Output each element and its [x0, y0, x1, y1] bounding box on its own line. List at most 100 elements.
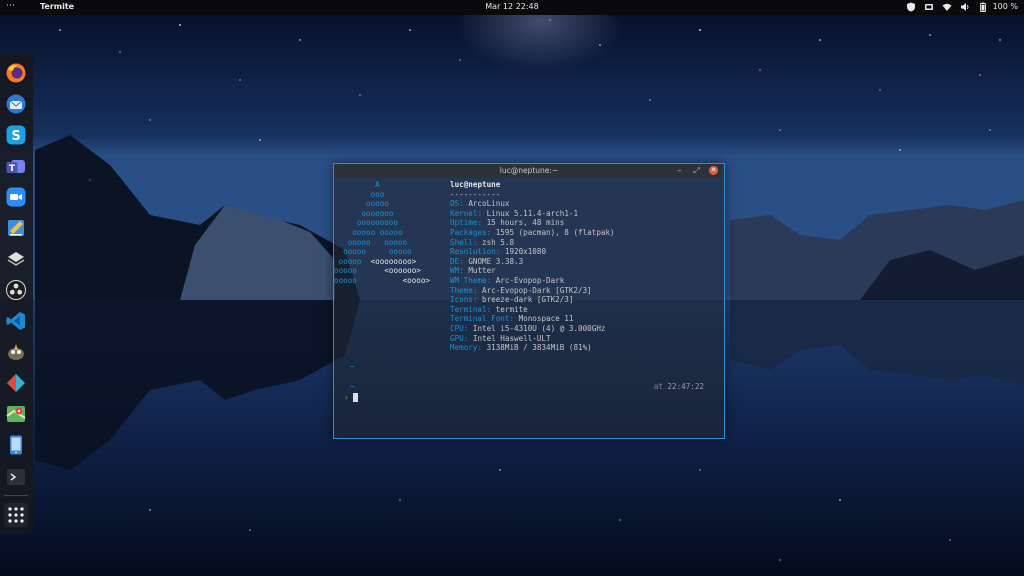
info-key: Uptime — [450, 218, 478, 228]
info-row: Terminal: termite — [450, 304, 528, 314]
obs-icon[interactable] — [4, 278, 28, 302]
logo-line: ooooo <oooooooo> — [334, 256, 417, 266]
gimp-icon[interactable] — [4, 340, 28, 364]
dock: S T — [0, 54, 33, 534]
info-row: Theme: Arc-Evopop-Dark [GTK2/3] — [450, 285, 592, 295]
info-key: CPU — [450, 323, 464, 333]
logo-line: ooooo <oooo> — [334, 275, 431, 285]
firefox-icon[interactable] — [4, 61, 28, 85]
terminal-titlebar[interactable]: luc@neptune:~ – ⤢ ✕ — [334, 164, 724, 178]
zoom-icon[interactable] — [4, 185, 28, 209]
logo-line: ooooo <oooooo> — [334, 266, 421, 276]
svg-text:T: T — [9, 164, 16, 174]
info-value: breeze-dark [GTK2/3] — [482, 295, 574, 305]
info-row: WM: Mutter — [450, 266, 496, 276]
info-row: CPU: Intel i5-4310U (4) @ 3.000GHz — [450, 323, 606, 333]
info-value: 1595 (pacman), 8 (flatpak) — [495, 227, 615, 237]
info-value: zsh 5.8 — [482, 237, 515, 247]
system-tray[interactable]: 100 % — [906, 1, 1018, 12]
teams-icon[interactable]: T — [4, 154, 28, 178]
maximize-button[interactable]: ⤢ — [692, 166, 701, 175]
git-icon[interactable] — [4, 371, 28, 395]
info-value: GNOME 3.38.3 — [468, 256, 524, 266]
text-cursor[interactable] — [353, 393, 358, 402]
terminal-output[interactable]: A ooo ooooo ooooooo ooooooooo ooooo oooo… — [334, 178, 724, 438]
logo-line: ooooo ooooo — [334, 237, 408, 247]
app-menu[interactable]: Termite — [40, 2, 74, 11]
info-key: Terminal — [450, 304, 487, 314]
system-info: luc@neptune ----------- OS: ArcoLinux Ker… — [450, 180, 615, 353]
prompt-timestamp: at 22:47:22 — [654, 382, 704, 392]
close-button[interactable]: ✕ — [709, 166, 718, 175]
app-indicator-icon[interactable] — [924, 1, 935, 12]
terminal-window[interactable]: luc@neptune:~ – ⤢ ✕ A ooo ooooo ooooooo … — [333, 163, 725, 439]
maps-icon[interactable] — [4, 402, 28, 426]
logo-line: ooooo ooooo — [334, 247, 412, 257]
shield-icon[interactable] — [906, 1, 917, 12]
activities-button[interactable]: ⋯ — [6, 1, 16, 11]
volume-icon[interactable] — [960, 1, 971, 12]
info-key: OS — [450, 199, 460, 209]
separator-line: ----------- — [450, 189, 501, 199]
window-controls: – ⤢ ✕ — [675, 166, 718, 175]
info-row: Terminal Font: Monospace 11 — [450, 314, 574, 324]
info-row: GPU: Intel Haswell-ULT — [450, 333, 551, 343]
info-value: Arc-Evopop-Dark [GTK2/3] — [482, 285, 592, 295]
hostname: neptune — [468, 180, 501, 189]
info-value: Arc-Evopop-Dark — [495, 275, 565, 285]
info-row: Resolution: 1920x1080 — [450, 247, 547, 257]
timestamp-value: 22:47:22 — [667, 382, 704, 391]
info-key: WM — [450, 266, 460, 276]
info-value: Intel i5-4310U (4) @ 3.000GHz — [472, 323, 606, 333]
clock: Mar 12 22:48 — [0, 2, 1024, 11]
info-row: Icons: breeze-dark [GTK2/3] — [450, 295, 574, 305]
logo-line: A — [334, 180, 380, 189]
clock-label[interactable]: Mar 12 22:48 — [485, 2, 538, 11]
logo-line: ooooo ooooo — [334, 227, 403, 237]
info-value: Monospace 11 — [518, 314, 574, 324]
wifi-icon[interactable] — [942, 1, 953, 12]
terminal-icon[interactable] — [4, 465, 28, 489]
info-row: DE: GNOME 3.38.3 — [450, 256, 524, 266]
phone-icon[interactable] — [4, 433, 28, 457]
info-row: Shell: zsh 5.8 — [450, 237, 515, 247]
info-key: Theme — [450, 285, 473, 295]
battery-percentage[interactable]: 100 % — [993, 2, 1018, 11]
info-value: 3138MiB / 3834MiB (81%) — [486, 343, 592, 353]
user-host-line: luc@neptune — [450, 180, 615, 190]
text-editor-icon[interactable] — [4, 216, 28, 240]
prompt-symbol: › — [344, 393, 349, 402]
info-row: Kernel: Linux 5.11.4-arch1-1 — [450, 208, 579, 218]
info-row: OS: ArcoLinux — [450, 199, 510, 209]
info-key: WM Theme — [450, 275, 487, 285]
top-bar: ⋯ Termite Mar 12 22:48 100 % — [0, 0, 1024, 15]
skype-icon[interactable]: S — [4, 123, 28, 147]
info-row: WM Theme: Arc-Evopop-Dark — [450, 275, 565, 285]
info-key: Memory — [450, 343, 478, 353]
info-key: Resolution — [450, 247, 496, 257]
info-key: Icons — [450, 295, 473, 305]
minimize-button[interactable]: – — [675, 166, 684, 175]
layers-icon[interactable] — [4, 247, 28, 271]
logo-line: ooooooo — [334, 208, 394, 218]
info-key: Shell — [450, 237, 473, 247]
show-apps-icon[interactable] — [4, 503, 28, 527]
info-value: ArcoLinux — [468, 199, 510, 209]
logo-line: ooo — [334, 189, 385, 199]
logo-line: ooooooooo — [334, 218, 399, 228]
info-key: DE — [450, 256, 460, 266]
battery-icon[interactable] — [978, 1, 989, 12]
info-value: Linux 5.11.4-arch1-1 — [486, 208, 579, 218]
info-rows: OS: ArcoLinux Kernel: Linux 5.11.4-arch1-… — [450, 199, 615, 353]
info-value: Mutter — [468, 266, 496, 276]
info-row: Memory: 3138MiB / 3834MiB (81%) — [450, 343, 592, 353]
info-value: 1920x1080 — [504, 247, 547, 257]
username: luc — [450, 180, 464, 189]
info-key: Packages — [450, 227, 487, 237]
logo-line: ooooo — [334, 199, 389, 209]
info-value: Intel Haswell-ULT — [472, 333, 551, 343]
prompt-directory: ~ — [350, 362, 355, 371]
dock-separator — [4, 495, 28, 496]
vscode-icon[interactable] — [4, 309, 28, 333]
thunderbird-icon[interactable] — [4, 92, 28, 116]
